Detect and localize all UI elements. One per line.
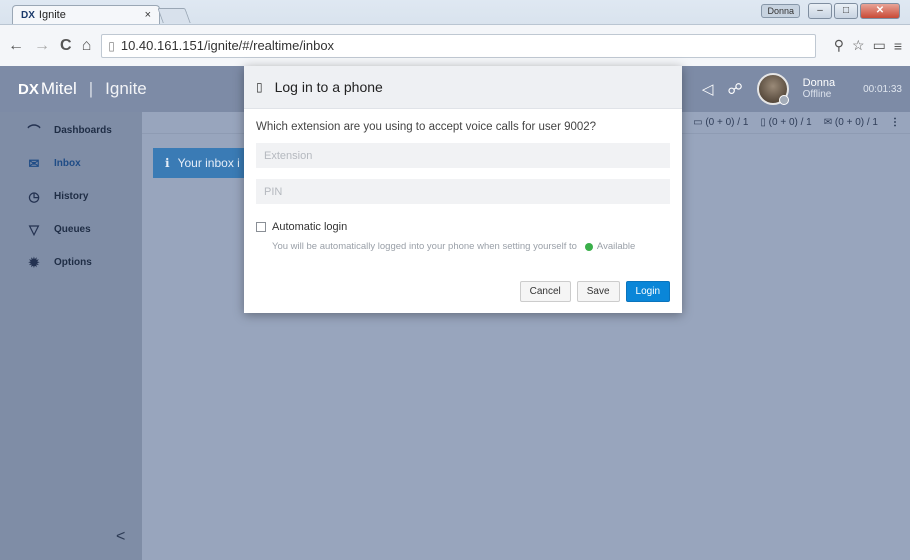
browser-toolbar: ← → C ⌂ ▯ 10.40.161.151/ignite/#/realtim… xyxy=(0,24,910,66)
browser-tab[interactable]: DX Ignite × xyxy=(12,5,160,24)
sidebar-item-label: Queues xyxy=(54,224,91,235)
minimize-button[interactable]: – xyxy=(808,3,832,19)
chat-status: ▭ (0 + 0) / 1 xyxy=(693,117,748,128)
user-info[interactable]: Donna Offline xyxy=(803,77,835,101)
extension-field[interactable] xyxy=(256,143,670,168)
forward-icon[interactable]: → xyxy=(34,37,50,55)
dialog-footer: Cancel Save Login xyxy=(519,281,670,302)
address-bar[interactable]: ▯ 10.40.161.151/ignite/#/realtime/inbox xyxy=(101,33,816,58)
sidebar-item-queues[interactable]: ▽ Queues xyxy=(0,213,142,246)
collapse-sidebar-icon[interactable]: < xyxy=(116,528,125,546)
user-name: Donna xyxy=(802,77,836,89)
auto-login-row: Automatic login xyxy=(256,221,670,233)
tab-title: Ignite xyxy=(38,9,66,21)
sidebar-item-options[interactable]: ✹ Options xyxy=(0,246,142,279)
cast-icon[interactable]: ▭ xyxy=(873,37,886,54)
hint-status: Available xyxy=(596,241,636,252)
email-icon: ✉ xyxy=(823,117,835,128)
presence-dot xyxy=(778,95,789,105)
chat-count: (0 + 0) / 1 xyxy=(705,117,749,128)
sms-status: ▯ (0 + 0) / 1 xyxy=(760,117,811,128)
megaphone-icon[interactable]: ◁ xyxy=(702,80,714,98)
page-icon: ▯ xyxy=(108,38,115,53)
browser-chrome: DX Ignite × Donna – □ ✕ ← → C ⌂ ▯ 10.40.… xyxy=(0,0,910,66)
banner-text: Your inbox i xyxy=(177,156,240,170)
tab-close-icon[interactable]: × xyxy=(145,9,151,21)
gear-icon: ✹ xyxy=(28,254,40,270)
auto-login-hint: You will be automatically logged into yo… xyxy=(272,241,670,252)
login-phone-dialog: ▯ Log in to a phone Which extension are … xyxy=(244,66,682,313)
browser-user-chip[interactable]: Donna xyxy=(761,4,800,18)
brand: DX Mitel | Ignite xyxy=(0,79,147,99)
sidebar-item-history[interactable]: ◷ History xyxy=(0,180,142,213)
phone-icon: ▯ xyxy=(256,80,263,94)
back-icon[interactable]: ← xyxy=(8,37,24,55)
sidebar-item-inbox[interactable]: ✉ Inbox xyxy=(0,147,142,180)
cancel-button[interactable]: Cancel xyxy=(519,281,571,302)
dialog-title: Log in to a phone xyxy=(274,79,383,95)
auto-login-label: Automatic login xyxy=(272,221,348,233)
sidebar-item-label: Inbox xyxy=(54,158,81,169)
home-icon[interactable]: ⌂ xyxy=(82,37,92,55)
status-timer: 00:01:33 xyxy=(863,83,902,95)
save-button[interactable]: Save xyxy=(576,281,620,302)
sidebar-item-label: History xyxy=(54,191,89,202)
history-icon: ◷ xyxy=(28,188,40,204)
tab-favicon: DX xyxy=(21,9,35,21)
contacts-icon[interactable]: ☍ xyxy=(727,80,742,98)
window-controls: Donna – □ ✕ xyxy=(761,3,900,19)
dialog-header: ▯ Log in to a phone xyxy=(244,66,682,109)
header-right: ◁ ☍ Donna Offline 00:01:33 xyxy=(702,66,902,112)
chat-icon: ▭ xyxy=(693,117,706,128)
phone-icon: ▯ xyxy=(760,117,769,128)
brand-name: Mitel xyxy=(40,79,77,98)
sidebar-item-label: Options xyxy=(54,257,92,268)
extension-icon[interactable]: ⚲ xyxy=(834,37,844,54)
inbox-icon: ✉ xyxy=(28,155,40,171)
menu-icon[interactable]: ≡ xyxy=(894,38,902,54)
mitel-logo-icon: DX xyxy=(18,80,39,98)
maximize-button[interactable]: □ xyxy=(834,3,858,19)
more-options-icon[interactable]: ⋮ xyxy=(890,117,900,128)
email-status: ✉ (0 + 0) / 1 xyxy=(824,117,878,128)
dashboards-icon: ⌒ xyxy=(27,124,41,139)
browser-titlebar: DX Ignite × Donna – □ ✕ xyxy=(0,0,910,24)
address-url: 10.40.161.151/ignite/#/realtime/inbox xyxy=(120,38,335,53)
dialog-question: Which extension are you using to accept … xyxy=(256,121,597,133)
reload-icon[interactable]: C xyxy=(60,37,72,55)
sidebar: ⌒ Dashboards ✉ Inbox ◷ History ▽ Queues … xyxy=(0,112,142,560)
dialog-body: Which extension are you using to accept … xyxy=(244,109,682,252)
pin-field[interactable] xyxy=(256,179,670,204)
queues-icon: ▽ xyxy=(29,221,39,237)
email-count: (0 + 0) / 1 xyxy=(834,117,878,128)
sms-count: (0 + 0) / 1 xyxy=(768,117,812,128)
avatar[interactable] xyxy=(756,73,789,105)
product-name: Ignite xyxy=(105,79,147,98)
auto-login-checkbox[interactable] xyxy=(256,222,266,232)
brand-separator: | xyxy=(88,79,94,98)
new-tab-button[interactable] xyxy=(157,8,191,23)
login-button[interactable]: Login xyxy=(625,281,670,302)
sidebar-item-label: Dashboards xyxy=(54,125,112,136)
bookmark-star-icon[interactable]: ☆ xyxy=(852,37,865,54)
user-state: Offline xyxy=(802,89,832,100)
info-icon: ℹ xyxy=(165,156,170,170)
hint-text: You will be automatically logged into yo… xyxy=(272,241,577,252)
window-close-button[interactable]: ✕ xyxy=(860,3,900,19)
available-status-icon xyxy=(584,242,593,251)
sidebar-item-dashboards[interactable]: ⌒ Dashboards xyxy=(0,114,142,147)
